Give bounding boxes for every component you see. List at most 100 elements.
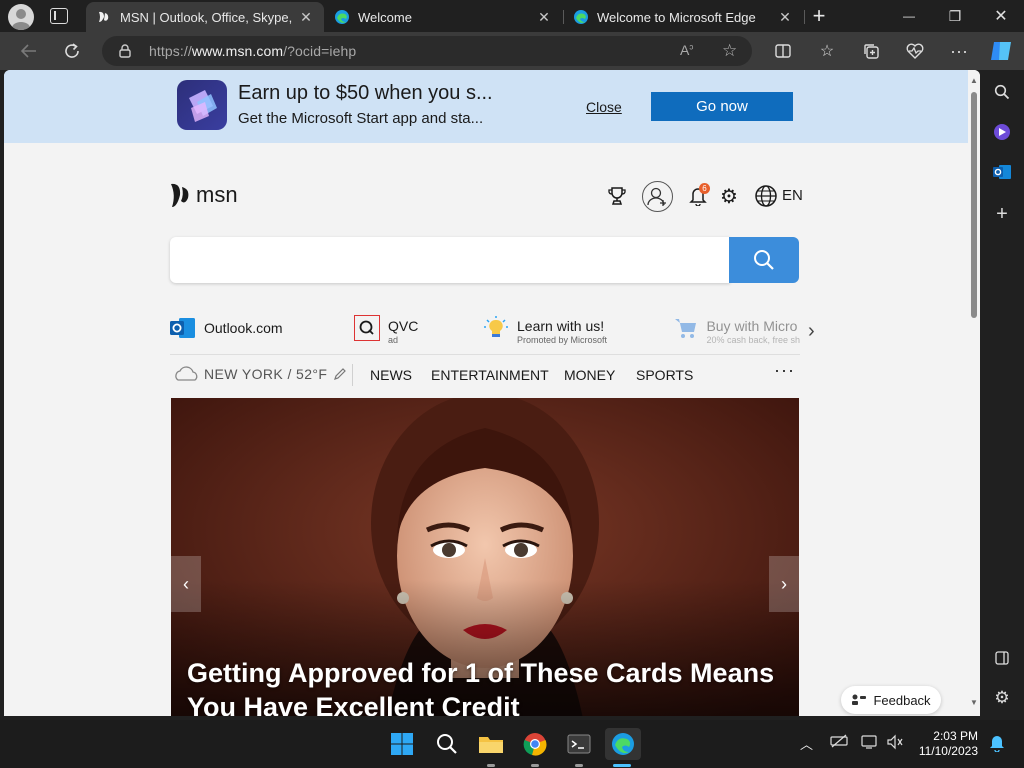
tab-close-icon[interactable]: ✕ [775, 9, 795, 26]
outlook-sidebar-icon[interactable] [988, 158, 1016, 186]
banner-close-link[interactable]: Close [586, 99, 622, 115]
tab-strip: MSN | Outlook, Office, Skype, Bing ✕ Wel… [0, 0, 1024, 32]
tab-welcome[interactable]: Welcome ✕ [324, 2, 562, 32]
maximize-button[interactable]: ❐ [932, 0, 978, 32]
banner-subtitle: Get the Microsoft Start app and sta... [238, 110, 484, 127]
settings-gear-icon[interactable]: ⚙ [716, 183, 742, 209]
scroll-thumb[interactable] [971, 92, 977, 318]
add-sidebar-app-icon[interactable]: + [988, 200, 1016, 228]
quick-link-outlook[interactable]: Outlook.com [170, 315, 283, 351]
feedback-icon [852, 694, 867, 705]
msn-wordmark: msn [196, 182, 238, 207]
feedback-label: Feedback [873, 692, 931, 708]
promo-banner: Earn up to $50 when you s... Get the Mic… [4, 70, 968, 143]
msn-logo[interactable]: msn [169, 180, 238, 210]
feedback-button[interactable]: Feedback [841, 686, 941, 714]
sidebar-settings-icon[interactable]: ⚙ [988, 684, 1016, 712]
notification-center-bell-icon[interactable] [989, 734, 1005, 755]
minimize-button[interactable]: — [886, 0, 932, 32]
search-icon [754, 250, 774, 270]
tray-overflow-chevron-icon[interactable]: ︿ [800, 734, 813, 753]
quick-link-label: Buy with Micro [706, 318, 798, 334]
sign-in-avatar-icon[interactable] [642, 181, 673, 212]
tab-close-icon[interactable]: ✕ [534, 9, 554, 26]
nav-money[interactable]: MONEY [564, 367, 615, 383]
edge-sidebar: + ⚙ [980, 70, 1024, 720]
quick-link-learn[interactable]: Learn with us! Promoted by Microsoft [483, 315, 607, 351]
read-aloud-icon[interactable]: Aↄ [680, 42, 693, 58]
lock-icon[interactable] [119, 44, 131, 63]
scroll-down-arrow-icon[interactable]: ▼ [970, 698, 978, 707]
qvc-icon [354, 315, 380, 341]
display-icon[interactable] [861, 734, 879, 753]
favorites-icon[interactable]: ☆ [812, 36, 842, 66]
microsoft-start-app-icon [177, 80, 227, 130]
msn-butterfly-icon [96, 9, 112, 25]
tab-welcome-edge[interactable]: Welcome to Microsoft Edge ✕ [563, 2, 803, 32]
more-options-icon[interactable]: ··· [944, 36, 974, 66]
running-indicator [531, 764, 539, 767]
url-text[interactable]: https://www.msn.com/?ocid=iehp [149, 43, 356, 59]
split-screen-icon[interactable] [768, 36, 798, 66]
page-scrollbar[interactable]: ▲ ▼ [968, 70, 980, 716]
terminal-icon[interactable] [563, 728, 595, 760]
nav-news[interactable]: NEWS [370, 367, 412, 383]
msn-search-button[interactable] [729, 237, 799, 283]
quick-links-next-chevron-icon[interactable]: › [808, 320, 815, 343]
notification-bell-icon[interactable]: 6 [685, 183, 711, 209]
msn-search-input[interactable] [170, 237, 730, 283]
hero-next-button[interactable]: › [769, 556, 799, 612]
quick-link-buy[interactable]: Buy with Micro 20% cash back, free sh [674, 315, 800, 351]
nav-entertainment[interactable]: ENTERTAINMENT [431, 367, 549, 383]
chrome-icon[interactable] [519, 728, 551, 760]
nav-sports[interactable]: SPORTS [636, 367, 693, 383]
divider [170, 354, 800, 355]
close-window-button[interactable]: ✕ [978, 0, 1024, 32]
search-icon[interactable] [988, 78, 1016, 106]
go-now-button[interactable]: Go now [651, 92, 793, 121]
running-indicator [575, 764, 583, 767]
quick-link-sublabel: ad [388, 335, 399, 345]
refresh-button[interactable] [57, 36, 87, 66]
quick-link-qvc[interactable]: QVC ad [354, 315, 418, 351]
globe-icon[interactable] [753, 183, 779, 209]
hero-prev-button[interactable]: ‹ [171, 556, 201, 612]
edge-icon [573, 9, 589, 25]
windows-taskbar: ︿ 2:03 PM 11/10/2023 [0, 720, 1024, 768]
hero-headline[interactable]: Getting Approved for 1 of These Cards Me… [187, 656, 787, 716]
tab-title: Welcome to Microsoft Edge [597, 9, 756, 25]
favorite-star-icon[interactable]: ☆ [722, 41, 737, 61]
collections-icon[interactable] [856, 36, 886, 66]
shopping-cart-icon [674, 315, 698, 341]
network-icon[interactable] [830, 734, 848, 751]
weather-widget[interactable]: NEW YORK / 52°F [172, 366, 347, 382]
banner-title: Earn up to $50 when you s... [238, 82, 493, 104]
quick-link-sublabel: 20% cash back, free sh [706, 335, 800, 345]
nav-more-button[interactable]: ··· [774, 360, 795, 381]
copilot-icon[interactable] [986, 36, 1016, 66]
taskbar-search-icon[interactable] [431, 728, 463, 760]
outlook-icon [170, 315, 196, 341]
edit-pencil-icon[interactable] [333, 367, 347, 381]
taskbar-clock[interactable]: 2:03 PM 11/10/2023 [916, 729, 978, 759]
address-bar[interactable]: https://www.msn.com/?ocid=iehp Aↄ ☆ [102, 36, 752, 66]
copilot-sidebar-icon[interactable] [988, 118, 1016, 146]
tab-msn[interactable]: MSN | Outlook, Office, Skype, Bing ✕ [86, 2, 324, 32]
hero-card[interactable]: ‹ › Getting Approved for 1 of These Card… [171, 398, 799, 716]
scroll-up-arrow-icon[interactable]: ▲ [970, 76, 978, 85]
clock-date: 11/10/2023 [918, 744, 978, 758]
windows-start-icon[interactable] [386, 728, 418, 760]
tab-close-icon[interactable]: ✕ [296, 9, 316, 26]
browser-essentials-icon[interactable] [900, 36, 930, 66]
hide-sidebar-icon[interactable] [988, 644, 1016, 672]
workspace-icon[interactable] [50, 8, 68, 24]
rewards-trophy-icon[interactable] [604, 183, 630, 209]
back-button[interactable] [14, 36, 44, 66]
edge-taskbar-icon[interactable] [605, 728, 641, 760]
new-tab-button[interactable]: + [808, 2, 830, 30]
profile-avatar[interactable] [8, 4, 34, 30]
file-explorer-icon[interactable] [475, 728, 507, 760]
language-selector[interactable]: EN [782, 187, 803, 204]
speaker-muted-icon[interactable] [886, 734, 904, 753]
tab-separator [804, 10, 805, 24]
